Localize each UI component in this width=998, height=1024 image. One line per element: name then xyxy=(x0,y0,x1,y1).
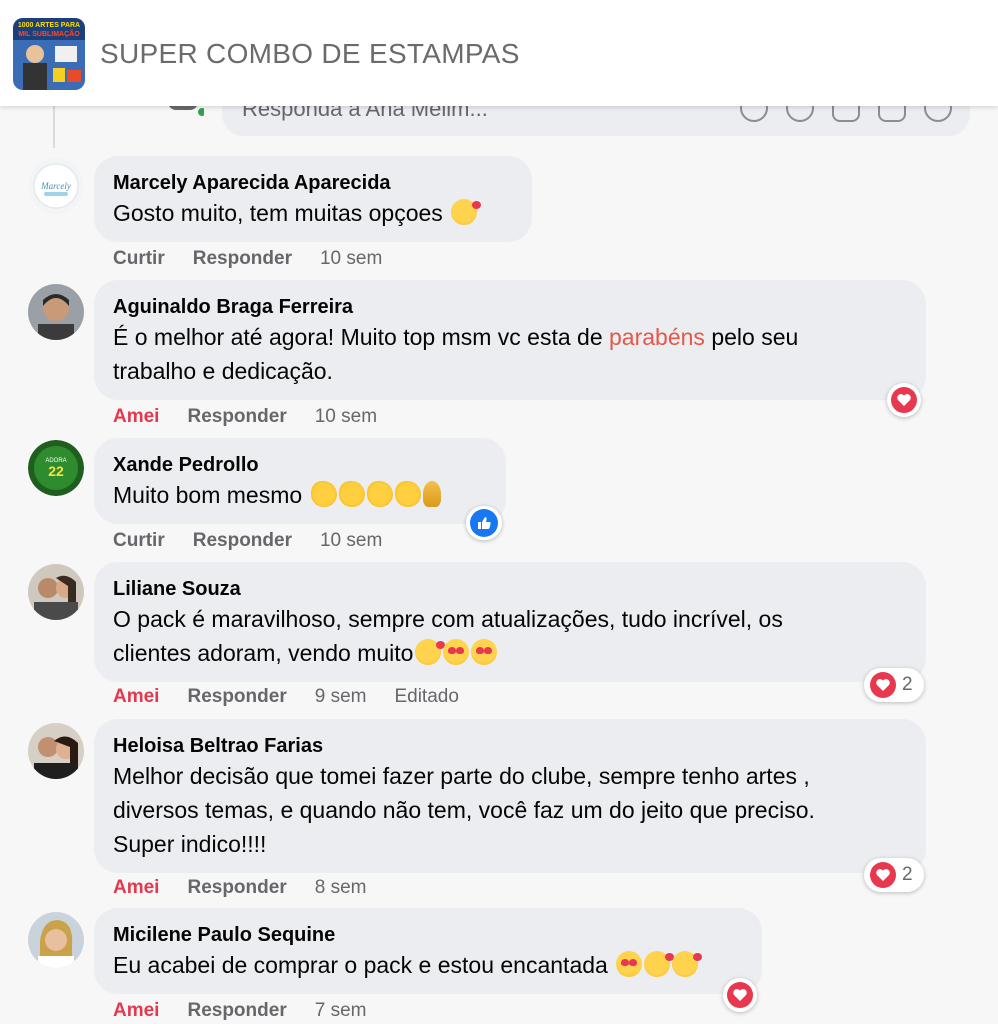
comment-bubble: Liliane Souza O pack é maravilhoso, semp… xyxy=(94,562,926,682)
reply-button[interactable]: Responder xyxy=(187,686,286,708)
reaction-badge[interactable] xyxy=(723,978,757,1012)
like-button[interactable]: Curtir xyxy=(113,530,165,552)
reply-button[interactable]: Responder xyxy=(187,1000,286,1022)
smiling-face-with-hearts-icon xyxy=(451,199,482,225)
comment-author[interactable]: Micilene Paulo Sequine xyxy=(113,922,743,948)
smiling-face-with-hearts-icon xyxy=(644,951,675,977)
avatar[interactable] xyxy=(28,564,84,620)
love-button[interactable]: Amei xyxy=(113,406,159,428)
love-button[interactable]: Amei xyxy=(113,1000,159,1022)
comment-text: Eu acabei de comprar o pack e estou enca… xyxy=(113,948,743,982)
page-title: SUPER COMBO DE ESTAMPAS xyxy=(100,38,520,69)
folded-hands-icon xyxy=(422,481,441,507)
comment-author[interactable]: Liliane Souza xyxy=(113,576,907,602)
comment-author[interactable]: Aguinaldo Braga Ferreira xyxy=(113,294,907,320)
comment-actions: Amei Responder 8 sem xyxy=(113,877,366,899)
edited-label[interactable]: Editado xyxy=(394,686,458,708)
avatar[interactable] xyxy=(28,912,84,968)
like-reaction-icon xyxy=(470,509,498,537)
like-button[interactable]: Curtir xyxy=(113,248,165,270)
comment-time[interactable]: 10 sem xyxy=(315,406,377,428)
svg-text:Marcely: Marcely xyxy=(40,181,71,191)
avatar[interactable]: ADORA 22 xyxy=(28,440,84,496)
comment-time[interactable]: 10 sem xyxy=(320,248,382,270)
smiling-face-with-hearts-icon xyxy=(672,951,703,977)
comment-time[interactable]: 7 sem xyxy=(315,1000,367,1022)
reaction-count: 2 xyxy=(902,674,913,695)
love-button[interactable]: Amei xyxy=(113,877,159,899)
reply-button[interactable]: Responder xyxy=(187,877,286,899)
smiling-face-with-hearts-icon xyxy=(415,639,446,665)
thread-line xyxy=(53,100,55,148)
reaction-badge[interactable] xyxy=(466,506,502,540)
comment-bubble: Aguinaldo Braga Ferreira É o melhor até … xyxy=(94,280,926,400)
comment-actions: Curtir Responder 10 sem xyxy=(113,248,382,270)
comment-bubble: Heloisa Beltrao Farias Melhor decisão qu… xyxy=(94,719,926,873)
reaction-badge[interactable]: 2 xyxy=(864,668,924,702)
comment-text: Melhor decisão que tomei fazer parte do … xyxy=(113,763,815,857)
love-reaction-icon xyxy=(870,672,896,698)
heart-eyes-icon xyxy=(616,951,643,977)
comment-bubble: Marcely Aparecida Aparecida Gosto muito,… xyxy=(94,156,532,242)
love-reaction-icon xyxy=(891,387,917,413)
comment-text: O pack é maravilhoso, sempre com atualiz… xyxy=(113,606,783,666)
clapping-hands-icon xyxy=(338,481,365,507)
reply-button[interactable]: Responder xyxy=(187,406,286,428)
comment-time[interactable]: 8 sem xyxy=(315,877,367,899)
comment-actions: Amei Responder 9 sem Editado xyxy=(113,686,459,708)
comment-actions: Amei Responder 10 sem xyxy=(113,406,377,428)
reaction-count: 2 xyxy=(902,864,913,885)
svg-text:MIL SUBLIMAÇÃO: MIL SUBLIMAÇÃO xyxy=(18,29,80,38)
comment-actions: Curtir Responder 10 sem xyxy=(113,530,382,552)
svg-text:22: 22 xyxy=(48,463,64,479)
heart-eyes-icon xyxy=(471,639,498,665)
page-logo[interactable]: 1000 ARTES PARA MIL SUBLIMAÇÃO xyxy=(13,18,85,90)
comment-time[interactable]: 10 sem xyxy=(320,530,382,552)
page-header: 1000 ARTES PARA MIL SUBLIMAÇÃO SUPER COM… xyxy=(0,0,998,106)
love-reaction-icon xyxy=(727,982,753,1008)
avatar[interactable] xyxy=(28,284,84,340)
comment-text: É o melhor até agora! Muito top msm vc e… xyxy=(113,324,799,384)
clapping-hands-icon xyxy=(394,481,421,507)
comment-bubble: Xande Pedrollo Muito bom mesmo xyxy=(94,438,506,524)
clapping-hands-icon xyxy=(310,481,337,507)
avatar[interactable] xyxy=(28,723,84,779)
reply-button[interactable]: Responder xyxy=(193,248,292,270)
comment-author[interactable]: Heloisa Beltrao Farias xyxy=(113,733,907,759)
comment-actions: Amei Responder 7 sem xyxy=(113,1000,366,1022)
reaction-badge[interactable] xyxy=(887,383,921,417)
comment-text: Muito bom mesmo xyxy=(113,478,487,512)
avatar[interactable]: Marcely xyxy=(28,158,84,214)
comment-text: Gosto muito, tem muitas opçoes xyxy=(113,196,513,230)
comment-time[interactable]: 9 sem xyxy=(315,686,367,708)
comment-author[interactable]: Marcely Aparecida Aparecida xyxy=(113,170,513,196)
comment-bubble: Micilene Paulo Sequine Eu acabei de comp… xyxy=(94,908,762,994)
reaction-badge[interactable]: 2 xyxy=(864,858,924,892)
highlight-link[interactable]: parabéns xyxy=(609,324,705,350)
love-reaction-icon xyxy=(870,862,896,888)
comment-author[interactable]: Xande Pedrollo xyxy=(113,452,487,478)
love-button[interactable]: Amei xyxy=(113,686,159,708)
clapping-hands-icon xyxy=(366,481,393,507)
svg-text:1000 ARTES PARA: 1000 ARTES PARA xyxy=(18,22,80,29)
heart-eyes-icon xyxy=(443,639,470,665)
reply-button[interactable]: Responder xyxy=(193,530,292,552)
